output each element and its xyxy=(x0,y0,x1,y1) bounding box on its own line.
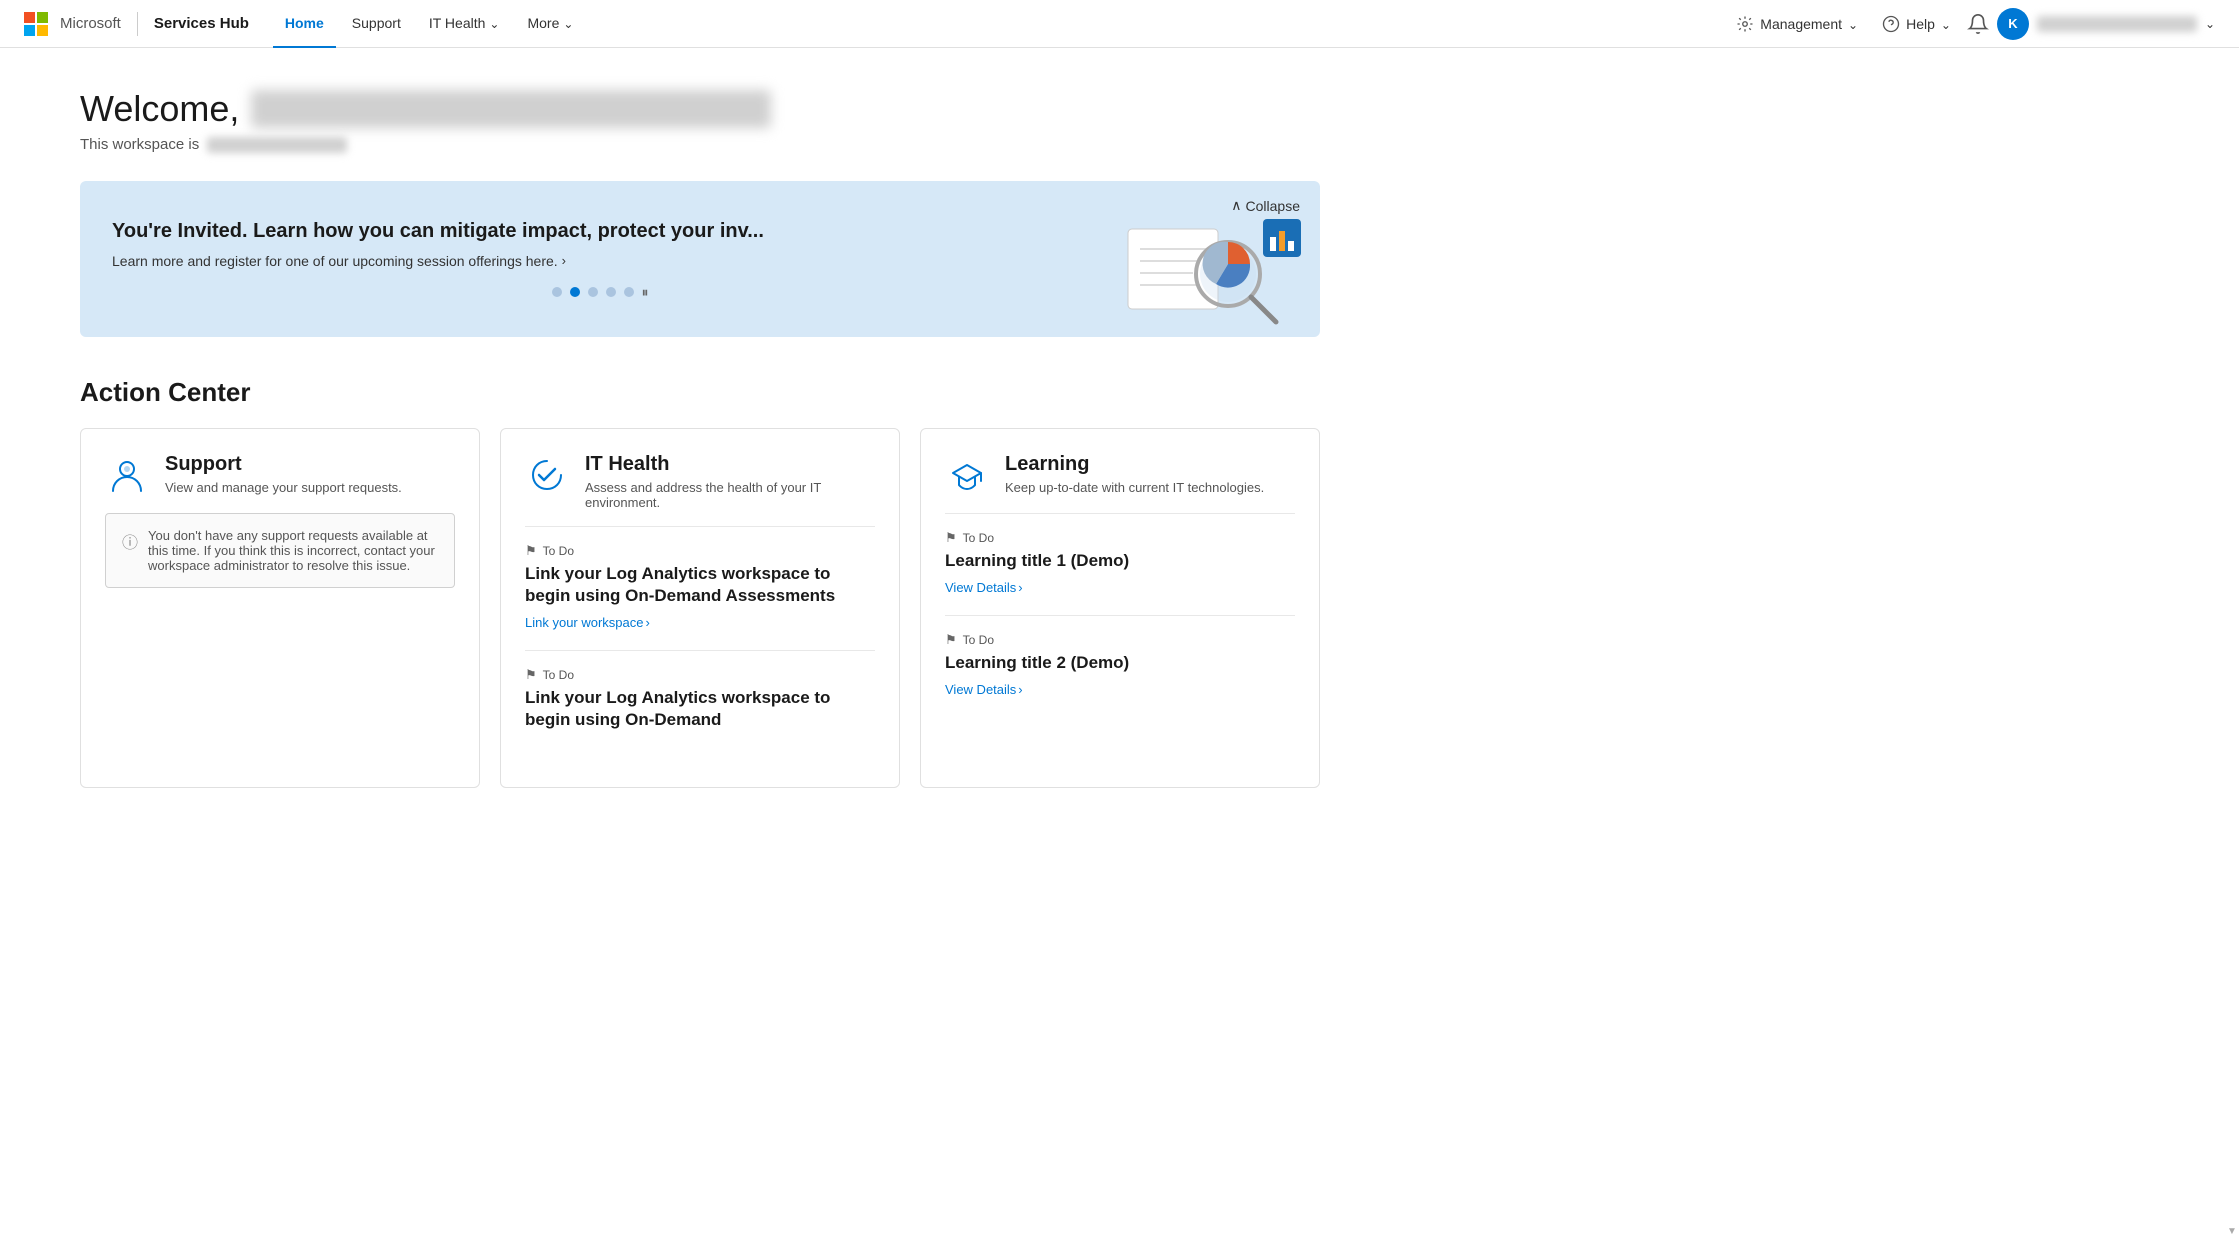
support-card-subtitle: View and manage your support requests. xyxy=(165,480,402,495)
it-health-card-header: IT Health Assess and address the health … xyxy=(525,453,875,510)
learning-divider-2 xyxy=(945,615,1295,616)
support-card-header: Support View and manage your support req… xyxy=(105,453,455,497)
nav-it-health[interactable]: IT Health xyxy=(417,0,512,48)
learning-card-header: Learning Keep up-to-date with current IT… xyxy=(945,453,1295,497)
dot-1[interactable] xyxy=(552,287,562,297)
banner-subtitle: Learn more and register for one of our u… xyxy=(112,253,1088,269)
welcome-section: Welcome, This workspace is xyxy=(80,88,1320,153)
banner-title: You're Invited. Learn how you can mitiga… xyxy=(112,220,1088,243)
brand-title: Services Hub xyxy=(154,15,249,32)
learning-todo-2: ⚑ To Do Learning title 2 (Demo) View Det… xyxy=(945,632,1295,697)
learning-view-details-2[interactable]: View Details › xyxy=(945,682,1295,697)
nav-more[interactable]: More xyxy=(515,0,585,48)
info-icon: ⓘ xyxy=(122,529,138,553)
banner-dots: ⏸ xyxy=(112,285,1088,299)
help-icon xyxy=(1882,15,1900,33)
action-center-title: Action Center xyxy=(80,377,1320,408)
scroll-hint: ▼ xyxy=(2225,1226,2239,1237)
learning-divider-1 xyxy=(945,513,1295,514)
nav-home[interactable]: Home xyxy=(273,0,336,48)
nav-divider xyxy=(137,12,138,36)
nav-links: Home Support IT Health More xyxy=(273,0,1728,48)
navbar: Microsoft Services Hub Home Support IT H… xyxy=(0,0,2239,48)
it-health-card-subtitle: Assess and address the health of your IT… xyxy=(585,480,875,510)
learning-todo-2-title: Learning title 2 (Demo) xyxy=(945,652,1295,674)
main-content: Welcome, This workspace is You're Invite… xyxy=(0,48,1400,828)
learning-flag-2: ⚑ xyxy=(945,632,957,648)
link-arrow-1: › xyxy=(646,615,650,630)
learning-card-subtitle: Keep up-to-date with current IT technolo… xyxy=(1005,480,1264,495)
learning-card: Learning Keep up-to-date with current IT… xyxy=(920,428,1320,788)
nav-right: Management Help K xyxy=(1728,8,2215,40)
it-health-chevron xyxy=(489,15,499,31)
workspace-line: This workspace is xyxy=(80,136,1320,153)
user-name-blurred xyxy=(251,90,771,128)
dot-5[interactable] xyxy=(624,287,634,297)
microsoft-logo[interactable] xyxy=(24,12,48,36)
promo-banner: You're Invited. Learn how you can mitiga… xyxy=(80,181,1320,337)
nav-support[interactable]: Support xyxy=(340,0,413,48)
notifications-icon[interactable] xyxy=(1967,13,1989,35)
username-display xyxy=(2037,16,2197,32)
scroll-arrow-down: ▼ xyxy=(2227,1226,2237,1237)
support-info-box: ⓘ You don't have any support requests av… xyxy=(105,513,455,588)
action-center: Action Center Support View and manage yo… xyxy=(80,377,1320,788)
flag-icon-1: ⚑ xyxy=(525,543,537,559)
support-card-title: Support xyxy=(165,453,402,476)
dot-2[interactable] xyxy=(570,287,580,297)
management-chevron xyxy=(1848,16,1858,32)
learning-link-arrow-2: › xyxy=(1018,682,1022,697)
it-health-divider-2 xyxy=(525,650,875,651)
more-chevron xyxy=(563,15,573,31)
it-health-todo-1-title: Link your Log Analytics workspace to beg… xyxy=(525,563,875,607)
avatar[interactable]: K xyxy=(1997,8,2029,40)
banner-graphic xyxy=(1108,209,1288,309)
learning-flag-1: ⚑ xyxy=(945,530,957,546)
cards-grid: Support View and manage your support req… xyxy=(80,428,1320,788)
learning-icon xyxy=(945,453,989,497)
management-menu[interactable]: Management xyxy=(1728,11,1866,37)
pause-button[interactable]: ⏸ xyxy=(642,285,649,299)
support-icon xyxy=(105,453,149,497)
it-health-divider xyxy=(525,526,875,527)
it-health-icon xyxy=(525,453,569,497)
it-health-todo-2: ⚑ To Do Link your Log Analytics workspac… xyxy=(525,667,875,731)
it-health-card: IT Health Assess and address the health … xyxy=(500,428,900,788)
workspace-name-blurred xyxy=(207,137,347,153)
banner-chevron-right: › xyxy=(562,253,566,268)
flag-icon-2: ⚑ xyxy=(525,667,537,683)
gear-icon xyxy=(1736,15,1754,33)
ms-logo-grid xyxy=(24,12,48,36)
dot-4[interactable] xyxy=(606,287,616,297)
welcome-title: Welcome, xyxy=(80,88,1320,130)
dot-3[interactable] xyxy=(588,287,598,297)
banner-content: You're Invited. Learn how you can mitiga… xyxy=(112,220,1088,299)
learning-link-arrow-1: › xyxy=(1018,580,1022,595)
it-health-todo-2-title: Link your Log Analytics workspace to beg… xyxy=(525,687,875,731)
support-card: Support View and manage your support req… xyxy=(80,428,480,788)
learning-todo-1-title: Learning title 1 (Demo) xyxy=(945,550,1295,572)
it-health-link-workspace[interactable]: Link your workspace › xyxy=(525,615,875,630)
user-chevron[interactable] xyxy=(2205,15,2215,33)
it-health-card-title: IT Health xyxy=(585,453,875,476)
learning-view-details-1[interactable]: View Details › xyxy=(945,580,1295,595)
help-menu[interactable]: Help xyxy=(1874,11,1959,37)
learning-card-title: Learning xyxy=(1005,453,1264,476)
logo-label: Microsoft xyxy=(60,15,121,32)
help-chevron xyxy=(1941,16,1951,32)
it-health-todo-1: ⚑ To Do Link your Log Analytics workspac… xyxy=(525,543,875,630)
learning-todo-1: ⚑ To Do Learning title 1 (Demo) View Det… xyxy=(945,530,1295,595)
